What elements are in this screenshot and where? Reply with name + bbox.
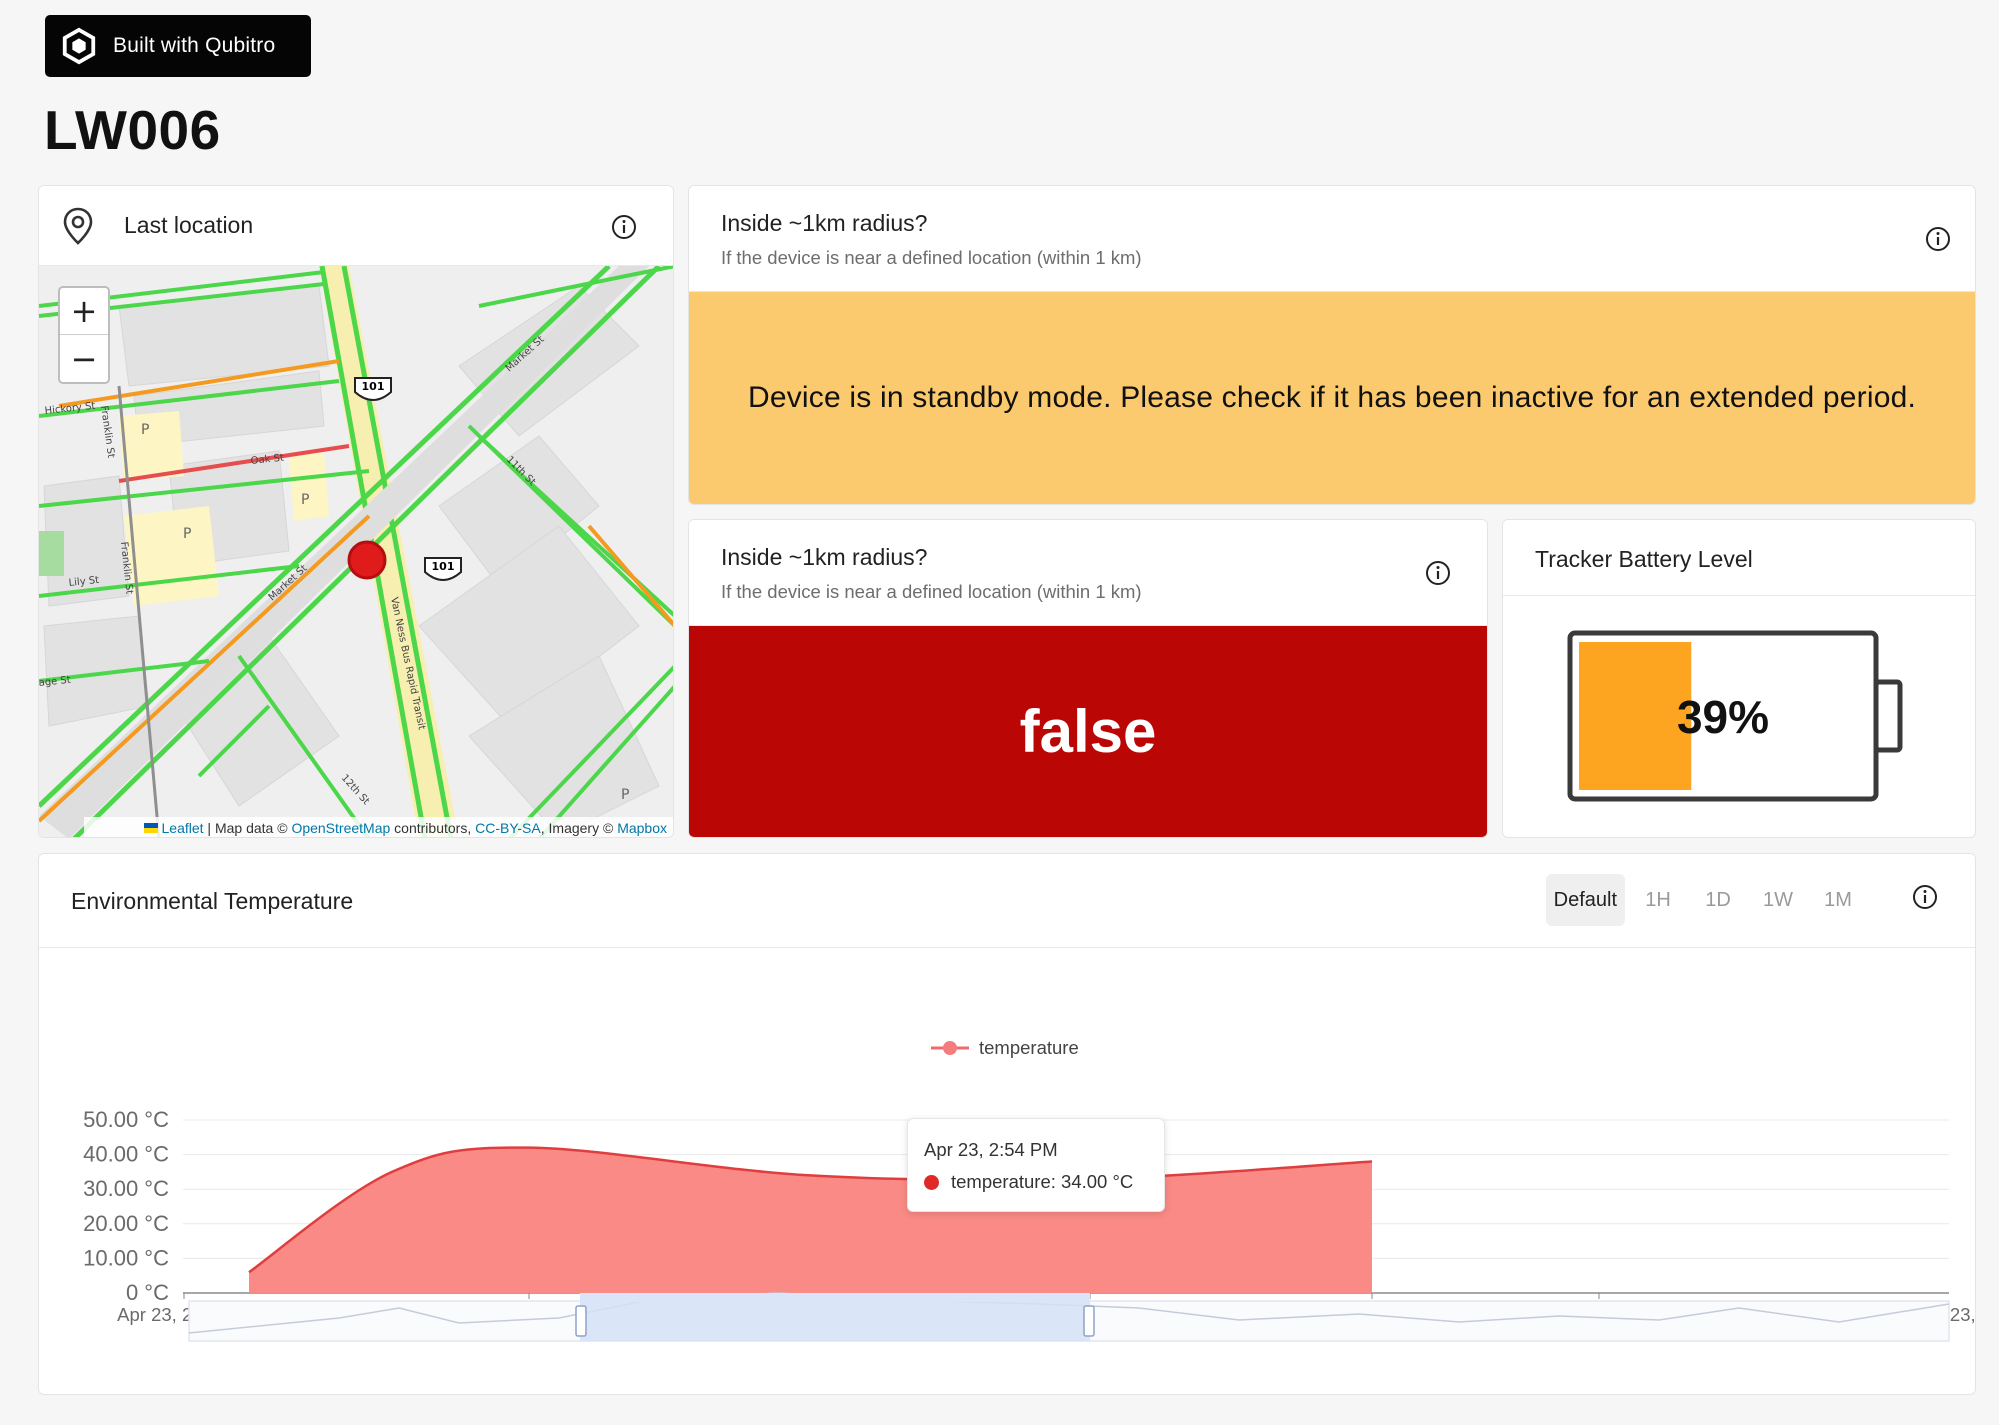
map-attribution: Leaflet | Map data © OpenStreetMap contr… — [83, 817, 673, 837]
map-tiles: 101 101 P P P P Hickory St Franklin St O… — [39, 266, 673, 837]
slider-handle-right — [1083, 1305, 1095, 1337]
y-tick-label: 0 °C — [126, 1280, 169, 1305]
attribution-text: contributors, — [390, 820, 476, 836]
legend-marker — [943, 1041, 957, 1055]
slider-window — [580, 1301, 1090, 1341]
tooltip-marker — [924, 1174, 939, 1190]
battery-card: Tracker Battery Level 39% — [1502, 519, 1976, 838]
map[interactable]: 101 101 P P P P Hickory St Franklin St O… — [39, 266, 673, 837]
info-icon[interactable] — [1425, 560, 1451, 586]
range-button-1w[interactable]: 1W — [1751, 874, 1805, 926]
mapbox-link[interactable]: Mapbox — [617, 820, 667, 836]
data-zoom-slider[interactable] — [188, 1292, 1950, 1342]
range-button-1m[interactable]: 1M — [1811, 874, 1865, 926]
slider-handle-left — [575, 1305, 587, 1337]
parking-label: P — [301, 492, 309, 508]
card-header: Inside ~1km radius? If the device is nea… — [689, 186, 1975, 292]
osm-link[interactable]: OpenStreetMap — [291, 820, 390, 836]
parking-label: P — [183, 526, 191, 542]
y-tick-label: 50.00 °C — [83, 1107, 169, 1132]
card-title: Inside ~1km radius? — [721, 544, 928, 570]
svg-text:101: 101 — [362, 380, 385, 393]
last-location-card: Last location 101 101 P P P P Hickory St… — [38, 185, 674, 838]
tooltip-time: Apr 23, 2:54 PM — [924, 1139, 1058, 1160]
built-with-qubitro-badge[interactable]: Built with Qubitro — [45, 15, 311, 77]
info-icon[interactable] — [611, 214, 637, 240]
license-link[interactable]: CC-BY-SA — [475, 820, 541, 836]
range-button-1d[interactable]: 1D — [1691, 874, 1745, 926]
card-title: Tracker Battery Level — [1535, 546, 1753, 572]
svg-text:101: 101 — [432, 560, 455, 573]
card-header: Inside ~1km radius? If the device is nea… — [689, 520, 1487, 626]
zoom-in-button[interactable]: + — [60, 288, 108, 335]
attribution-text: , Imagery © — [540, 820, 618, 836]
info-icon[interactable] — [1925, 226, 1951, 252]
card-header: Last location — [39, 186, 673, 266]
boolean-value: false — [689, 626, 1487, 837]
y-tick-label: 40.00 °C — [83, 1142, 169, 1167]
parking-label: P — [621, 787, 629, 803]
info-icon[interactable] — [1912, 884, 1938, 910]
ukraine-flag-icon — [143, 823, 158, 833]
card-header: Environmental Temperature Default 1H 1D … — [39, 854, 1975, 948]
card-header: Tracker Battery Level — [1503, 520, 1975, 596]
temperature-area — [249, 1147, 1372, 1293]
card-title: Last location — [124, 212, 254, 238]
highway-shield: 101 — [424, 557, 462, 581]
page-title: LW006 — [44, 99, 221, 161]
radius-status-card: Inside ~1km radius? If the device is nea… — [688, 185, 1976, 505]
highway-shield: 101 — [354, 377, 392, 401]
location-marker[interactable] — [347, 540, 387, 580]
time-range-selector: Default 1H 1D 1W 1M — [1545, 874, 1865, 926]
radius-value-card: Inside ~1km radius? If the device is nea… — [688, 519, 1488, 838]
battery-terminal — [1873, 679, 1903, 753]
badge-label: Built with Qubitro — [113, 34, 276, 57]
temperature-chart-card: Environmental Temperature Default 1H 1D … — [38, 853, 1976, 1395]
battery-gauge: 39% — [1567, 630, 1903, 802]
leaflet-link[interactable]: Leaflet — [162, 820, 204, 836]
card-title: Inside ~1km radius? — [721, 210, 928, 236]
range-button-default[interactable]: Default — [1545, 874, 1625, 926]
legend-label: temperature — [979, 1037, 1079, 1058]
attribution-text: | Map data © — [203, 820, 292, 836]
slider-bar — [580, 1293, 1090, 1302]
qubitro-logo-icon — [62, 27, 96, 65]
y-axis: 0 °C 10.00 °C 20.00 °C 30.00 °C 40.00 °C 50.0… — [83, 1107, 169, 1305]
card-subtitle: If the device is near a defined location… — [721, 581, 1142, 602]
card-subtitle: If the device is near a defined location… — [721, 247, 1142, 268]
y-tick-label: 20.00 °C — [83, 1211, 169, 1236]
battery-fill — [1579, 642, 1692, 790]
y-tick-label: 10.00 °C — [83, 1245, 169, 1270]
chart-legend: temperature — [931, 1037, 1079, 1058]
zoom-out-button[interactable]: − — [60, 335, 108, 382]
zoom-control: + − — [58, 286, 110, 384]
battery-percentage: 39% — [1677, 691, 1769, 743]
parking-label: P — [141, 422, 149, 438]
y-tick-label: 30.00 °C — [83, 1176, 169, 1201]
range-button-1h[interactable]: 1H — [1631, 874, 1685, 926]
chart-tooltip: Apr 23, 2:54 PM temperature: 34.00 °C — [907, 1118, 1165, 1212]
map-pin-icon — [63, 207, 93, 245]
tooltip-value-text: temperature: 34.00 °C — [951, 1171, 1134, 1192]
tooltip-value: temperature: 34.00 °C — [924, 1171, 1148, 1193]
card-title: Environmental Temperature — [71, 888, 354, 914]
standby-message: Device is in standby mode. Please check … — [689, 292, 1975, 504]
